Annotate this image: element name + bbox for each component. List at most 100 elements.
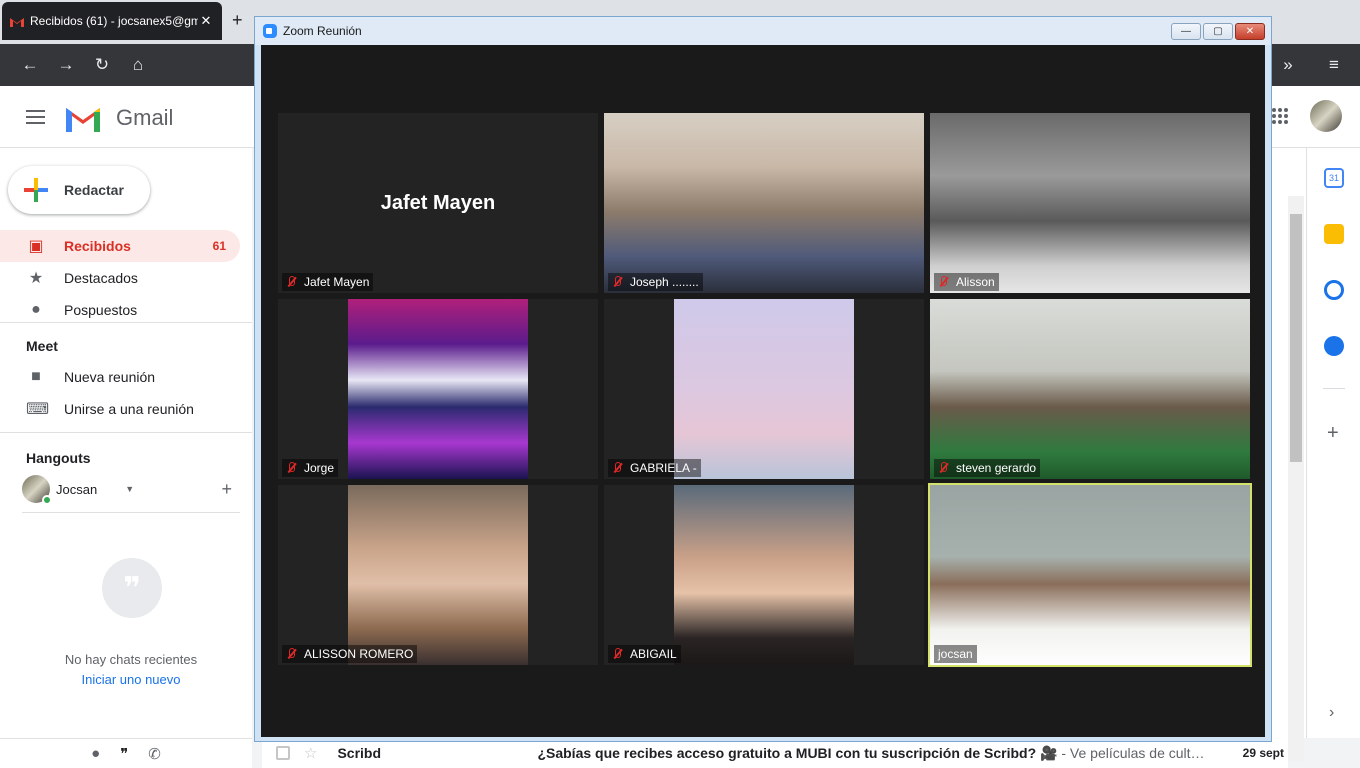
participant-name: GABRIELA -: [630, 461, 697, 475]
muted-mic-icon: [286, 276, 296, 288]
hangouts-user[interactable]: Jocsan ▼ +: [22, 474, 242, 505]
gmail-sidebar: Redactar ▣ Recibidos 61 ★ Destacados ● P…: [0, 148, 252, 738]
gmail-logo-icon[interactable]: [64, 104, 102, 132]
participant-name: ABIGAIL: [630, 647, 677, 661]
muted-mic-icon: [612, 276, 622, 288]
keep-icon[interactable]: [1324, 224, 1344, 244]
participant-label: Jorge: [282, 459, 339, 477]
participant-name: steven gerardo: [956, 461, 1037, 475]
zoom-window-title: Zoom Reunión: [283, 24, 362, 38]
tasks-icon[interactable]: [1324, 280, 1344, 300]
email-row[interactable]: ☆ Scribd ¿Sabías que recibes acceso grat…: [262, 738, 1288, 768]
main-menu-icon[interactable]: [26, 110, 45, 128]
chevron-down-icon[interactable]: ▼: [125, 484, 134, 494]
home-icon[interactable]: ⌂: [120, 50, 156, 80]
video-icon: ■: [31, 368, 41, 385]
participant-video: [674, 299, 854, 479]
participant-video: [930, 485, 1250, 665]
divider: [1323, 388, 1345, 389]
back-icon[interactable]: ←: [12, 50, 48, 80]
zoom-gallery: Jafet Mayen Jafet Mayen Joseph ........ …: [261, 45, 1265, 737]
participant-tile[interactable]: GABRIELA -: [604, 299, 924, 479]
sidebar-item-starred[interactable]: ★ Destacados: [0, 262, 240, 294]
google-apps-icon[interactable]: [1272, 108, 1288, 124]
participant-name: Jorge: [304, 461, 335, 475]
sidebar-item-label: Destacados: [64, 270, 138, 286]
email-sender: Scribd: [337, 745, 382, 761]
new-meeting-item[interactable]: ■ Nueva reunión: [0, 361, 240, 393]
star-icon[interactable]: ☆: [304, 744, 317, 762]
participant-tile[interactable]: ALISSON ROMERO: [278, 485, 598, 665]
muted-mic-icon: [286, 648, 296, 660]
inbox-icon: ▣: [28, 238, 44, 255]
select-checkbox[interactable]: [276, 746, 290, 760]
hangouts-avatar: [22, 475, 52, 505]
participant-tile[interactable]: Jafet Mayen Jafet Mayen: [278, 113, 598, 293]
online-status-icon: [42, 495, 52, 505]
add-chat-icon[interactable]: +: [221, 479, 232, 500]
side-panel: 31 + ›: [1306, 148, 1360, 738]
calendar-icon[interactable]: 31: [1324, 168, 1344, 188]
minimize-icon[interactable]: —: [1171, 23, 1201, 40]
participant-name: Alisson: [956, 275, 995, 289]
scrollbar-thumb[interactable]: [1290, 214, 1302, 462]
sidebar-item-inbox[interactable]: ▣ Recibidos 61: [0, 230, 240, 262]
participant-video: [930, 299, 1250, 479]
participant-tile[interactable]: Joseph ........: [604, 113, 924, 293]
divider: [0, 322, 252, 323]
email-subject: ¿Sabías que recibes acceso gratuito a MU…: [537, 745, 1218, 762]
participant-video: [348, 299, 528, 479]
close-window-icon[interactable]: ✕: [1235, 23, 1265, 40]
participant-tile-active-speaker[interactable]: jocsan: [928, 483, 1252, 667]
meet-section-title: Meet: [26, 338, 58, 354]
muted-mic-icon: [612, 462, 622, 474]
join-meeting-label: Unirse a una reunión: [64, 401, 194, 417]
keyboard-icon: ⌨: [26, 401, 50, 418]
email-snippet: - Ve películas de cult…: [1057, 744, 1205, 761]
new-tab-button[interactable]: +: [232, 10, 243, 31]
gmail-favicon-icon: [10, 16, 24, 27]
participant-label: jocsan: [934, 645, 977, 663]
show-panel-chevron-icon[interactable]: ›: [1329, 704, 1334, 722]
browser-tab-gmail[interactable]: Recibidos (61) - jocsanex5@gm ✕: [2, 2, 222, 40]
hangouts-section-title: Hangouts: [26, 450, 91, 466]
hangouts-user-name: Jocsan: [56, 481, 98, 497]
participant-label: steven gerardo: [934, 459, 1041, 477]
forward-icon[interactable]: →: [48, 50, 84, 80]
participant-tile[interactable]: Jorge: [278, 299, 598, 479]
participant-tile[interactable]: steven gerardo: [930, 299, 1250, 479]
compose-button[interactable]: Redactar: [8, 166, 150, 214]
mail-list-scrollbar[interactable]: [1288, 196, 1304, 762]
chat-bubble-icon[interactable]: ❞: [120, 745, 128, 763]
account-avatar[interactable]: [1310, 100, 1342, 132]
add-addon-icon[interactable]: +: [1327, 422, 1339, 445]
participant-label: Joseph ........: [608, 273, 703, 291]
participant-video: [348, 485, 528, 665]
muted-mic-icon: [938, 276, 948, 288]
gmail-logo-text: Gmail: [116, 105, 174, 130]
participant-name: Joseph ........: [630, 275, 699, 289]
participant-video: [604, 113, 924, 293]
browser-menu-icon[interactable]: ≡: [1316, 50, 1352, 80]
phone-icon[interactable]: ✆: [148, 745, 161, 763]
person-icon[interactable]: ●: [91, 745, 100, 762]
start-new-chat-link[interactable]: Iniciar uno nuevo: [0, 672, 262, 687]
participant-name: Jafet Mayen: [304, 275, 370, 289]
participant-label: ALISSON ROMERO: [282, 645, 418, 663]
clock-icon: ●: [31, 301, 41, 318]
reload-icon[interactable]: ↻: [84, 50, 120, 80]
participant-tile[interactable]: Alisson: [930, 113, 1250, 293]
participant-tile[interactable]: ABIGAIL: [604, 485, 924, 665]
email-date: 29 sept: [1242, 746, 1284, 760]
compose-label: Redactar: [64, 182, 124, 198]
participant-video: [930, 113, 1250, 293]
maximize-icon[interactable]: ▢: [1203, 23, 1233, 40]
close-tab-icon[interactable]: ✕: [198, 13, 214, 29]
divider: [0, 432, 252, 433]
more-tools-icon[interactable]: »: [1270, 50, 1306, 80]
zoom-logo-icon: [263, 24, 277, 38]
zoom-title-bar[interactable]: Zoom Reunión — ▢ ✕: [255, 17, 1271, 45]
participant-name: ALISSON ROMERO: [304, 647, 414, 661]
join-meeting-item[interactable]: ⌨ Unirse a una reunión: [0, 393, 240, 425]
contacts-icon[interactable]: [1324, 336, 1344, 356]
